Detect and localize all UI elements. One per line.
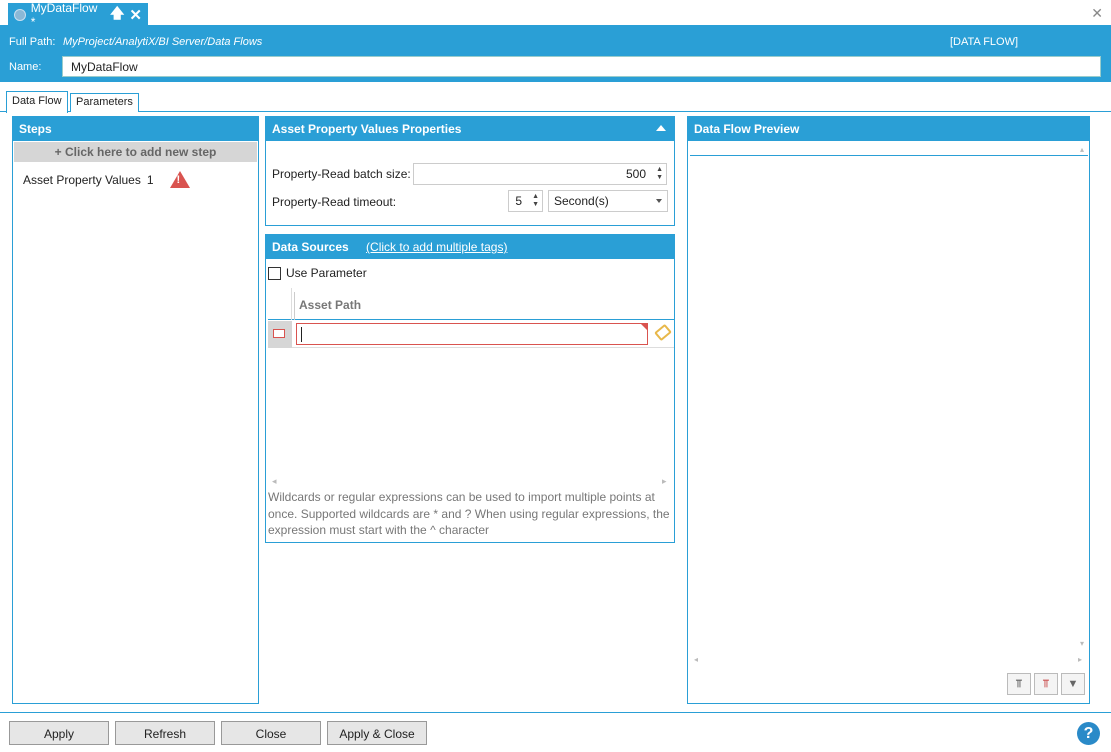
help-icon[interactable]: ? xyxy=(1077,722,1100,745)
asset-path-column-header[interactable]: Asset Path xyxy=(299,298,361,312)
use-parameter-checkbox[interactable]: Use Parameter xyxy=(268,266,367,280)
preview-title: Data Flow Preview xyxy=(688,117,1089,141)
scroll-left-icon[interactable]: ◂ xyxy=(272,476,277,487)
data-sources-panel: Data Sources (Click to add multiple tags… xyxy=(265,234,675,543)
warning-icon: ! xyxy=(169,171,190,188)
data-sources-header: Data Sources (Click to add multiple tags… xyxy=(266,235,674,259)
title-bar: MyDataFlow * 🡅 ✕ ✕ xyxy=(0,0,1111,29)
tab-close-icon[interactable]: ✕ xyxy=(129,6,142,24)
timeout-input[interactable]: 5 ▲ ▼ xyxy=(508,190,543,212)
wildcard-hint: Wildcards or regular expressions can be … xyxy=(268,490,670,537)
document-tab-label: MyDataFlow * xyxy=(30,0,98,29)
header: Full Path: MyProject/AnalytiX/BI Server/… xyxy=(0,26,1111,82)
filter-icon: ▼ xyxy=(1067,678,1079,690)
row-header-corner xyxy=(268,288,292,320)
filter-button[interactable]: ▼ xyxy=(1061,673,1085,695)
footer: Apply Refresh Close Apply & Close ? xyxy=(0,712,1111,752)
properties-title: Asset Property Values Properties xyxy=(272,122,462,136)
refresh-button[interactable]: Refresh xyxy=(115,721,215,745)
step-label: Asset Property Values xyxy=(23,172,141,187)
batch-size-spinner-icon[interactable]: ▲ ▼ xyxy=(656,166,663,182)
grid-header: Asset Path xyxy=(268,288,674,320)
data-sources-title: Data Sources xyxy=(272,240,349,254)
collapse-icon[interactable] xyxy=(656,125,666,131)
preview-divider xyxy=(690,155,1088,156)
add-column-filter-button[interactable]: ⫪ xyxy=(1007,673,1031,695)
window-close-icon[interactable]: ✕ xyxy=(1091,5,1103,22)
asset-path-input[interactable] xyxy=(296,323,648,345)
scroll-up-icon[interactable]: ▴ xyxy=(1080,145,1084,154)
warning-glyph: ! xyxy=(176,174,181,186)
batch-size-value: 500 xyxy=(625,167,646,181)
tag-browse-icon[interactable] xyxy=(654,323,672,342)
table-row[interactable] xyxy=(268,321,674,348)
remove-column-filter-button[interactable]: ⫪ xyxy=(1034,673,1058,695)
full-path-label: Full Path: xyxy=(9,36,56,48)
remove-column-filter-icon: ⫪ xyxy=(1042,678,1050,690)
checkbox-icon[interactable] xyxy=(268,266,281,280)
name-label: Name: xyxy=(9,61,42,73)
tab-data-flow[interactable]: Data Flow xyxy=(6,91,68,113)
name-input[interactable]: MyDataFlow xyxy=(62,56,1101,77)
timeout-unit-value: Second(s) xyxy=(554,194,609,208)
chevron-down-icon xyxy=(656,199,662,203)
add-step-button[interactable]: + Click here to add new step xyxy=(14,142,257,162)
add-multiple-tags-link[interactable]: (Click to add multiple tags) xyxy=(366,240,507,254)
scroll-down-icon[interactable]: ▾ xyxy=(1080,639,1084,648)
text-caret xyxy=(301,327,302,342)
close-button[interactable]: Close xyxy=(221,721,321,745)
batch-size-input[interactable]: 500 ▲ ▼ xyxy=(413,163,667,185)
tab-strip: Data Flow Parameters xyxy=(0,91,1111,113)
item-type-label: [DATA FLOW] xyxy=(950,36,1019,48)
properties-panel: Asset Property Values Properties Propert… xyxy=(265,116,675,226)
document-tab[interactable]: MyDataFlow * 🡅 ✕ xyxy=(8,0,148,29)
properties-header: Asset Property Values Properties xyxy=(266,117,674,141)
row-header[interactable] xyxy=(268,321,292,348)
tab-parameters[interactable]: Parameters xyxy=(70,93,139,112)
edit-row-icon xyxy=(273,329,285,338)
pin-icon[interactable]: 🡅 xyxy=(110,3,124,27)
timeout-value: 5 xyxy=(515,194,522,208)
steps-panel: Steps + Click here to add new step Asset… xyxy=(12,116,259,704)
batch-size-label: Property-Read batch size: xyxy=(272,167,411,181)
steps-title: Steps xyxy=(13,117,258,141)
full-path-value: MyProject/AnalytiX/BI Server/Data Flows xyxy=(63,36,263,48)
preview-toolbar: ⫪ ⫪ ▼ xyxy=(1007,673,1085,695)
data-flow-icon xyxy=(14,8,26,21)
scroll-right-icon[interactable]: ▸ xyxy=(1078,655,1082,664)
preview-panel: Data Flow Preview ▴ ▾ ◂ ▸ ⫪ ⫪ ▼ xyxy=(687,116,1090,704)
add-column-filter-icon: ⫪ xyxy=(1015,678,1023,690)
scroll-left-icon[interactable]: ◂ xyxy=(694,655,698,664)
column-divider xyxy=(294,292,295,320)
step-item[interactable]: Asset Property Values 1 ! xyxy=(13,163,258,196)
scroll-right-icon[interactable]: ▸ xyxy=(662,476,667,487)
apply-button[interactable]: Apply xyxy=(9,721,109,745)
timeout-label: Property-Read timeout: xyxy=(272,195,397,209)
timeout-spinner-icon[interactable]: ▲ ▼ xyxy=(532,193,539,209)
apply-close-button[interactable]: Apply & Close xyxy=(327,721,427,745)
step-count: 1 xyxy=(146,172,154,187)
use-parameter-label: Use Parameter xyxy=(286,266,367,280)
timeout-unit-select[interactable]: Second(s) xyxy=(548,190,668,212)
